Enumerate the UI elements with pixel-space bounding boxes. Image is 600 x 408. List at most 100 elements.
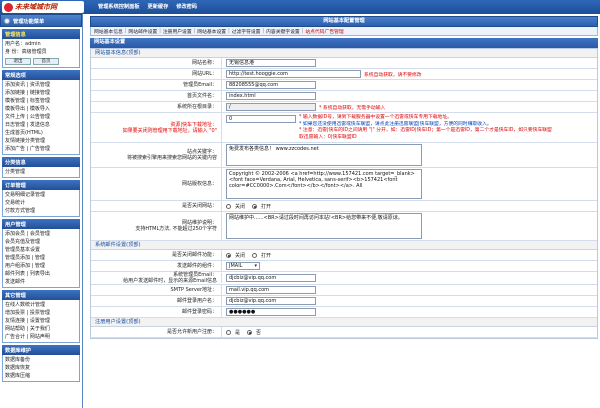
sidebar-item[interactable]: 在线人数统计管理 bbox=[5, 301, 77, 309]
sidebar-item[interactable]: 日志管理 | 发送信息 bbox=[5, 121, 77, 129]
sidebar-section-title[interactable]: 订单管理 bbox=[2, 180, 80, 190]
mail-sender-input[interactable]: djcbiz@vip.qq.com bbox=[226, 274, 316, 282]
sidebar-item[interactable]: 模板管理 | 标签管理 bbox=[5, 97, 77, 105]
tab-ad-code[interactable]: 站点代码广告管理 bbox=[304, 28, 344, 35]
sidebar-item[interactable]: 分类管理 bbox=[5, 168, 77, 176]
row-mail-component: 发送邮件的组件： JMAIL ▾ bbox=[91, 261, 597, 272]
download-address-input[interactable]: 0 bbox=[226, 115, 296, 123]
config-tabs: 网站基本信息 | 网站邮件设置 | 注册用户设置 | 网站基本设置 | 过滤字符设置 | … bbox=[90, 27, 598, 36]
home-button[interactable]: 首页 bbox=[33, 58, 59, 65]
sidebar-section-title[interactable]: 数据库维护 bbox=[2, 345, 80, 355]
root-path-input[interactable]: / bbox=[226, 103, 316, 111]
smtp-input[interactable]: mail.vip.qq.com bbox=[226, 286, 316, 294]
sidebar-section: 分类信息 分类管理 bbox=[2, 157, 80, 178]
tab-basic-info[interactable]: 网站基本信息 bbox=[93, 28, 124, 35]
tab-site-settings[interactable]: 网站基本设置 bbox=[196, 28, 227, 35]
sidebar-section-body: 用户名：admin 身 份：高级管理员 退出 首页 bbox=[2, 39, 80, 68]
sidebar-section-title[interactable]: 管理信息 bbox=[2, 29, 80, 39]
sidebar-item[interactable]: 身 份：高级管理员 bbox=[5, 48, 77, 56]
home-file-input[interactable]: index.html bbox=[226, 92, 316, 100]
row-close-site: 是否关闭网站： 关闭 打开 bbox=[91, 201, 597, 212]
sidebar-item[interactable]: 广告合计 | 网站声明 bbox=[5, 333, 77, 341]
sidebar-item[interactable]: 添加广告 | 广告管理 bbox=[5, 145, 77, 153]
sidebar-item[interactable]: 付款方式管理 bbox=[5, 207, 77, 215]
sidebar-item[interactable]: 管理员基本设置 bbox=[5, 246, 77, 254]
main-content: 网站基本配置管理 网站基本信息 | 网站邮件设置 | 注册用户设置 | 网站基本设置 |… bbox=[90, 14, 598, 408]
label-home-file: 首页文件名： bbox=[186, 93, 217, 99]
mail-radio-open[interactable] bbox=[252, 252, 258, 258]
maintenance-textarea[interactable]: 网站维护中......<BR>请过段时间再访问本站!<BR>给您带来不便,敬请原… bbox=[226, 213, 422, 239]
section-site-settings: 网站基本设置 bbox=[90, 38, 598, 48]
logo-icon bbox=[4, 2, 13, 12]
mail-login-input[interactable]: djcbiz@vip.qq.com bbox=[226, 297, 316, 305]
sidebar-item[interactable]: 用户组添加 | 管理 bbox=[5, 262, 77, 270]
sidebar-item[interactable]: 生成首页(HTML) bbox=[5, 129, 77, 137]
register-union-link[interactable]: * 如果您还没使用迅雷或快车联盟，请点此注册迅雷联盟|快车联盟，方便的同时赚取收… bbox=[299, 122, 552, 128]
keywords-textarea[interactable]: 免费发布各类信息！ www.zzcodes.net bbox=[226, 144, 422, 166]
site-url-input[interactable]: http://test.hooggie.com bbox=[226, 70, 361, 78]
mail-password-input[interactable]: ●●●●●● bbox=[226, 308, 316, 316]
register-radio-yes[interactable] bbox=[226, 329, 231, 335]
tab-filter-settings[interactable]: 过滤字符设置 bbox=[231, 28, 262, 35]
close-site-radio-on[interactable] bbox=[252, 203, 258, 209]
sidebar-section-title[interactable]: 用户管理 bbox=[2, 219, 80, 229]
tab-mail-settings[interactable]: 网站邮件设置 bbox=[127, 28, 158, 35]
topnav-update-cache[interactable]: 更新缓存 bbox=[148, 3, 169, 10]
sidebar-section-title[interactable]: 常规选项 bbox=[2, 70, 80, 80]
tab-keyword-settings[interactable]: 内容关键字设置 bbox=[265, 28, 301, 35]
mail-component-select[interactable]: JMAIL ▾ bbox=[226, 262, 260, 270]
sidebar-section-title[interactable]: 分类信息 bbox=[2, 157, 80, 167]
logout-button[interactable]: 退出 bbox=[5, 58, 31, 65]
sidebar-item[interactable]: 数据库备份 bbox=[5, 356, 77, 364]
close-site-radio-off[interactable] bbox=[226, 203, 231, 209]
sidebar-item[interactable]: 模板导出 | 模板导入 bbox=[5, 105, 77, 113]
mail-radio-close[interactable] bbox=[226, 252, 231, 258]
sidebar-item[interactable]: 交易统计 bbox=[5, 199, 77, 207]
topnav-change-password[interactable]: 修改密码 bbox=[176, 3, 197, 10]
row-site-url: 网站URL： http://test.hooggie.com 系统自动获取，请不… bbox=[91, 69, 597, 80]
row-maintenance-note: 网站维护说明： 支持HTML方法, 不能超过250个字符 网站维护中......… bbox=[91, 212, 597, 241]
label-mail-component: 发送邮件的组件： bbox=[176, 263, 217, 269]
row-copyright: 网站版权信息： Copyright © 2002-2006 <a href=ht… bbox=[91, 168, 597, 201]
admin-email-input[interactable]: 88208555@qq.com bbox=[226, 81, 316, 89]
top-nav: 管理系统控制面板 更新缓存 修改密码 bbox=[98, 3, 197, 10]
sidebar-item[interactable]: 添加链接 | 链接管理 bbox=[5, 89, 77, 97]
sidebar-item[interactable]: 用户名：admin bbox=[5, 40, 77, 48]
label-keywords: 站点关键字： 将被搜索引擎用来搜索您网站的关键内容 bbox=[126, 149, 217, 161]
sidebar-item[interactable]: 邮件列表 | 列表导出 bbox=[5, 270, 77, 278]
sidebar-item[interactable]: 交易明细记录管理 bbox=[5, 191, 77, 199]
label-download-address: 资源|快车下载地址： 如果要关闭则管理用下载地址，请输入 "0" bbox=[122, 121, 217, 134]
sidebar-section-body: 在线人数统计管理 增加投票 | 投票管理 友情连接 | 设置管理 网站帮助 | 关于我… bbox=[2, 300, 80, 343]
topnav-control-panel[interactable]: 管理系统控制面板 bbox=[98, 3, 140, 10]
sidebar-item[interactable]: 添加会员 | 会员管理 bbox=[5, 230, 77, 238]
sidebar-item[interactable]: 友情连接 | 设置管理 bbox=[5, 317, 77, 325]
sidebar-buttons: 退出 首页 bbox=[5, 58, 77, 65]
sidebar-item[interactable]: 友情链接分类管理 bbox=[5, 137, 77, 145]
sidebar-item[interactable]: 网站帮助 | 关于我们 bbox=[5, 325, 77, 333]
sidebar-item[interactable]: 发送邮件 bbox=[5, 278, 77, 286]
root-path-hint: * 系统自动获取，无需手动输入 bbox=[319, 105, 386, 111]
label-maintenance-note: 网站维护说明： 支持HTML方法, 不能超过250个字符 bbox=[135, 220, 217, 232]
row-site-name: 网站名称： 无锡信息港 bbox=[91, 58, 597, 69]
sidebar-section: 用户管理 添加会员 | 会员管理 会员充值及管理 管理员基本设置 管理员添加 | 管理用… bbox=[2, 219, 80, 288]
sidebar-item[interactable]: 管理员添加 | 管理 bbox=[5, 254, 77, 262]
sidebar-section-title[interactable]: 其它管理 bbox=[2, 290, 80, 300]
label-site-name: 网站名称： bbox=[191, 60, 217, 66]
sidebar-section-body: 数据库备份 数据库恢复 数据库压缩 bbox=[2, 355, 80, 382]
tab-register-settings[interactable]: 注册用户设置 bbox=[162, 28, 193, 35]
sidebar-item[interactable]: 会员充值及管理 bbox=[5, 238, 77, 246]
row-allow-register: 是否允许新用户注册： 是 否 bbox=[91, 327, 597, 338]
sidebar-item[interactable]: 数据库恢复 bbox=[5, 364, 77, 372]
sidebar-item[interactable]: 文件上传 | 公告管理 bbox=[5, 113, 77, 121]
sidebar-item[interactable]: 增加投票 | 投票管理 bbox=[5, 309, 77, 317]
sidebar-item[interactable]: 添加资讯 | 资讯管理 bbox=[5, 81, 77, 89]
subsection-register-settings: 注册用户设置(顶部) bbox=[91, 318, 597, 327]
sidebar-section: 数据库维护 数据库备份 数据库恢复 数据库压缩 bbox=[2, 345, 80, 382]
register-radio-no[interactable] bbox=[247, 329, 253, 335]
site-name-input[interactable]: 无锡信息港 bbox=[226, 59, 316, 67]
sidebar-item[interactable]: 数据库压缩 bbox=[5, 372, 77, 380]
row-admin-email: 管理员Email： 88208555@qq.com bbox=[91, 80, 597, 91]
label-site-url: 网站URL： bbox=[192, 71, 217, 77]
subsection-mail-settings: 系统邮件设置(顶部) bbox=[91, 241, 597, 250]
copyright-textarea[interactable]: Copyright © 2002-2006 <a href=http://www… bbox=[226, 169, 422, 199]
